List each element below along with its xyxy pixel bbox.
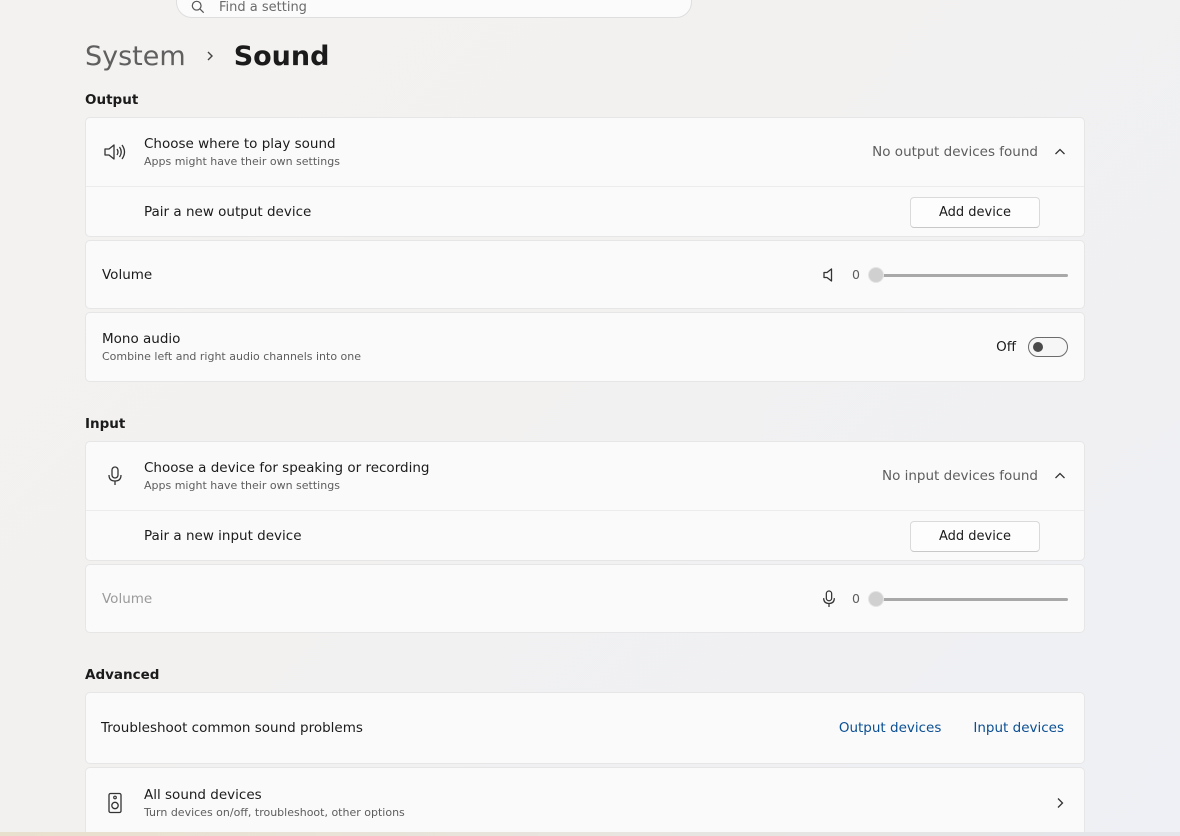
choose-input-row[interactable]: Choose a device for speaking or recordin…: [86, 442, 1084, 510]
advanced-section-title: Advanced: [85, 667, 160, 683]
all-sound-devices-subtitle: Turn devices on/off, troubleshoot, other…: [144, 806, 405, 819]
all-sound-devices-title: All sound devices: [144, 787, 262, 803]
pair-input-label: Pair a new input device: [144, 528, 302, 544]
search-box[interactable]: Find a setting: [176, 0, 692, 18]
chevron-right-icon: [207, 51, 213, 61]
input-volume-card: Volume 0: [85, 564, 1085, 633]
breadcrumb-system[interactable]: System: [85, 41, 186, 72]
mono-audio-card: Mono audio Combine left and right audio …: [85, 312, 1085, 382]
choose-output-subtitle: Apps might have their own settings: [144, 155, 340, 168]
output-volume-slider[interactable]: [868, 266, 1068, 284]
add-input-device-button[interactable]: Add device: [910, 520, 1040, 552]
chevron-right-icon[interactable]: [1054, 797, 1066, 809]
microphone-icon: [102, 463, 128, 489]
speaker-icon: [102, 139, 128, 165]
search-input[interactable]: Find a setting: [219, 0, 307, 15]
breadcrumb: System Sound: [85, 36, 329, 76]
input-volume-slider[interactable]: [868, 590, 1068, 608]
mono-audio-toggle[interactable]: [1028, 337, 1068, 357]
output-status: No output devices found: [872, 144, 1038, 160]
troubleshoot-input-devices-link[interactable]: Input devices: [973, 720, 1064, 736]
all-sound-devices-card[interactable]: All sound devices Turn devices on/off, t…: [85, 767, 1085, 836]
page-title: Sound: [233, 40, 330, 72]
troubleshoot-label: Troubleshoot common sound problems: [101, 720, 363, 736]
chevron-up-icon[interactable]: [1054, 470, 1066, 482]
output-volume-value: 0: [852, 267, 860, 282]
mono-audio-subtitle: Combine left and right audio channels in…: [102, 350, 362, 363]
add-output-device-button[interactable]: Add device: [910, 196, 1040, 228]
output-volume-label: Volume: [102, 266, 153, 283]
output-device-card: Choose where to play sound Apps might ha…: [85, 117, 1085, 237]
mono-audio-title: Mono audio: [102, 331, 181, 347]
choose-output-title: Choose where to play sound: [144, 136, 336, 152]
mono-audio-state: Off: [996, 339, 1016, 355]
output-volume-card: Volume 0: [85, 240, 1085, 309]
pair-output-label: Pair a new output device: [144, 204, 312, 220]
search-icon: [191, 0, 205, 14]
speaker-mute-icon[interactable]: [820, 266, 838, 284]
input-volume-value: 0: [852, 591, 860, 606]
choose-input-title: Choose a device for speaking or recordin…: [144, 460, 430, 476]
troubleshoot-output-devices-link[interactable]: Output devices: [839, 720, 942, 736]
pair-input-row: Pair a new input device Add device: [86, 510, 1084, 561]
choose-output-row[interactable]: Choose where to play sound Apps might ha…: [86, 118, 1084, 186]
input-volume-label: Volume: [102, 590, 153, 607]
taskbar-edge: [0, 832, 1180, 836]
input-volume-thumb[interactable]: [868, 590, 884, 607]
chevron-up-icon[interactable]: [1054, 146, 1066, 158]
input-status: No input devices found: [881, 468, 1038, 484]
input-section-title: Input: [85, 416, 126, 432]
speaker-device-icon: [102, 790, 128, 816]
pair-output-row: Pair a new output device Add device: [86, 186, 1084, 237]
output-section-title: Output: [85, 92, 139, 108]
troubleshoot-card: Troubleshoot common sound problems Outpu…: [85, 692, 1085, 764]
microphone-icon[interactable]: [820, 589, 838, 608]
choose-input-subtitle: Apps might have their own settings: [144, 479, 340, 492]
output-volume-thumb[interactable]: [868, 266, 884, 283]
input-device-card: Choose a device for speaking or recordin…: [85, 441, 1085, 561]
